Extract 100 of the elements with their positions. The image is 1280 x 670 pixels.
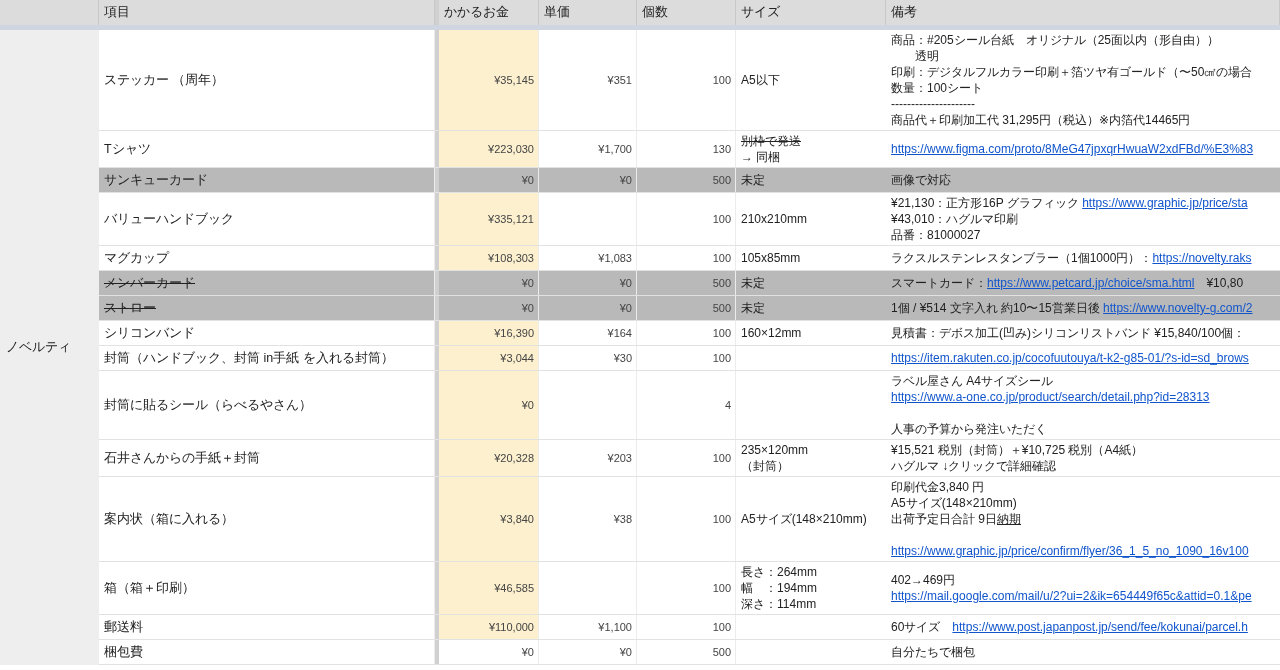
table-cell: ¥1,100 [598,621,632,633]
table-cell: 100 [712,621,731,633]
table-cell-text: 別枠で発送 [741,133,802,149]
table-cell: ¥203 [607,452,632,464]
table-cell: 130 [712,143,731,155]
table-cell: ¥0 [521,302,534,314]
table-cell-text: 封筒に貼るシール（らべるやさん） [104,396,313,414]
table-cell: ¥335,121 [488,213,534,225]
note-line: 60サイズ https://www.post.japanpost.jp/send/fee/kokunai/parcel.h [891,619,1249,635]
note-line: A5サイズ(148×210mm) [891,495,1018,511]
table-cell: 100 [712,513,731,525]
table-cell: ¥1,700 [598,143,632,155]
category-label: ノベルティ [6,339,71,356]
table-cell-text: 箱（箱＋印刷） [104,579,196,597]
table-cell: ¥0 [521,277,534,289]
column-header[interactable]: サイズ [736,0,886,25]
table-cell-text: 210x210mm [741,211,809,227]
note-line: --------------------- [891,96,976,112]
link[interactable]: https://novelty.raks [1152,250,1252,266]
table-cell: ¥1,083 [598,252,632,264]
table-cell: 100 [712,213,731,225]
note-line: 数量：100シート [891,80,985,96]
note-line: 商品：#205シール台紙 オリジナル（25面以内（形自由）） [891,32,1221,48]
table-cell-text: バリューハンドブック [104,210,235,228]
note-line: 出荷予定日合計 9日納期 [891,511,1022,527]
table-cell-text: Tシャツ [104,140,152,158]
table-cell: ¥0 [619,302,632,314]
table-cell-text: 長さ：264mm [741,564,818,580]
table-cell: 500 [712,277,731,289]
table-cell: 100 [712,252,731,264]
table-cell-text: 幅 ：194mm [741,580,818,596]
table-cell: 100 [712,582,731,594]
table-cell-text: 未定 [741,275,766,291]
link[interactable]: https://www.graphic.jp/price/sta [1082,195,1248,211]
note-line: 透明 [914,48,940,64]
table-cell: ¥110,000 [488,621,534,633]
table-cell-text: マグカップ [104,249,171,267]
table-cell-text: A5以下 [741,72,781,88]
note-line: 商品代＋印刷加工代 31,295円（税込）※内箔代14465円 [891,112,1192,128]
table-cell: 500 [712,302,731,314]
table-cell-text: ステッカー （周年） [104,71,226,89]
link[interactable]: https://www.a-one.co.jp/product/search/detail.php?id=28313 [891,389,1210,405]
table-cell: 500 [712,174,731,186]
table-cell-text: 未定 [741,172,766,188]
table-cell-text: 石井さんからの手紙＋封筒 [104,449,261,467]
table-cell-text: 案内状（箱に入れる） [104,510,235,528]
link[interactable]: https://mail.google.com/mail/u/2?ui=2&ik=654449f65c&attid=0.1&pe [891,588,1252,604]
note-line: 印刷代金3,840 円 [891,479,986,495]
note-line: 1個 / ¥514 文字入れ 約10〜15営業日後 https://www.novelty-g.com/2 [891,300,1254,316]
note-line: 人事の予算から発注いただく [891,421,1048,437]
link[interactable]: https://www.graphic.jp/price/confirm/flyer/36_1_5_no_1090_16v100 [891,543,1249,559]
note-line: ラベル屋さん A4サイズシール [891,373,1054,389]
link[interactable]: https://www.figma.com/proto/8MeG47jpxqrHwuaW2xdFBd/%E3%83 [891,141,1254,157]
table-cell-text: シリコンバンド [104,324,196,342]
table-cell-text: 梱包費 [104,643,144,661]
table-cell: ¥351 [607,74,632,86]
table-cell: ¥35,145 [494,74,534,86]
link[interactable]: https://www.post.japanpost.jp/send/fee/kokunai/parcel.h [952,619,1248,635]
table-cell: ¥108,303 [488,252,534,264]
table-cell: ¥46,585 [494,582,534,594]
column-header[interactable]: 個数 [637,0,736,25]
table-cell: ¥0 [521,646,534,658]
note-line: スマートカード：https://www.petcard.jp/choice/sma.html ¥10,80 [891,275,1245,291]
link[interactable]: https://item.rakuten.co.jp/cocofuutouya/t-k2-g85-01/?s-id=sd_brows [891,350,1249,366]
table-cell: 100 [712,352,731,364]
note-line: ¥21,130：正方形16P グラフィック https://www.graphic.jp/price/sta [891,195,1249,211]
column-header[interactable]: 備考 [886,0,1280,25]
note-line: ¥15,521 税別（封筒）＋¥10,725 税別（A4紙） [891,442,1145,458]
note-line: ハグルマ ↓クリックで詳細確認 [891,458,1058,474]
table-cell-text: 105x85mm [741,250,802,266]
table-cell: ¥3,840 [500,513,534,525]
table-cell: ¥0 [619,174,632,186]
table-cell: ¥0 [521,174,534,186]
table-cell: ¥0 [521,399,534,411]
table-cell-text: 郵送料 [104,618,144,636]
table-cell: 4 [724,399,731,411]
table-cell: ¥38 [613,513,632,525]
table-cell: ¥223,030 [488,143,534,155]
table-cell: ¥0 [619,646,632,658]
column-header[interactable]: 単価 [539,0,637,25]
note-line: 画像で対応 [891,172,952,188]
table-cell: ¥3,044 [500,352,534,364]
table-cell-text: （封筒） [741,458,790,474]
table-cell-text: → 同梱 [741,149,782,165]
table-cell-text: 封筒（ハンドブック、封筒 in手紙 を入れる封筒） [104,349,395,367]
column-header[interactable]: かかるお金 [439,0,539,25]
table-cell: 100 [712,327,731,339]
table-cell-text: サンキューカード [104,171,209,189]
table-cell-text: A5サイズ(148×210mm) [741,511,868,527]
table-cell: 500 [712,646,731,658]
table-cell: ¥164 [607,327,632,339]
table-cell: ¥20,328 [494,452,534,464]
note-line: 402→469円 [891,572,957,588]
note-line: 見積書：デボス加工(凹み)シリコンリストバンド ¥15,840/100個： [891,325,1247,341]
note-line: ラクスルステンレスタンブラー（1個1000円）：https://novelty.raks [891,250,1253,266]
table-cell-text: ストロー [104,299,157,317]
table-cell-text: メンバーカード [104,274,196,292]
table-cell: 100 [712,74,731,86]
table-cell-text: 未定 [741,300,766,316]
note-line: 品番：81000027 [891,227,982,243]
